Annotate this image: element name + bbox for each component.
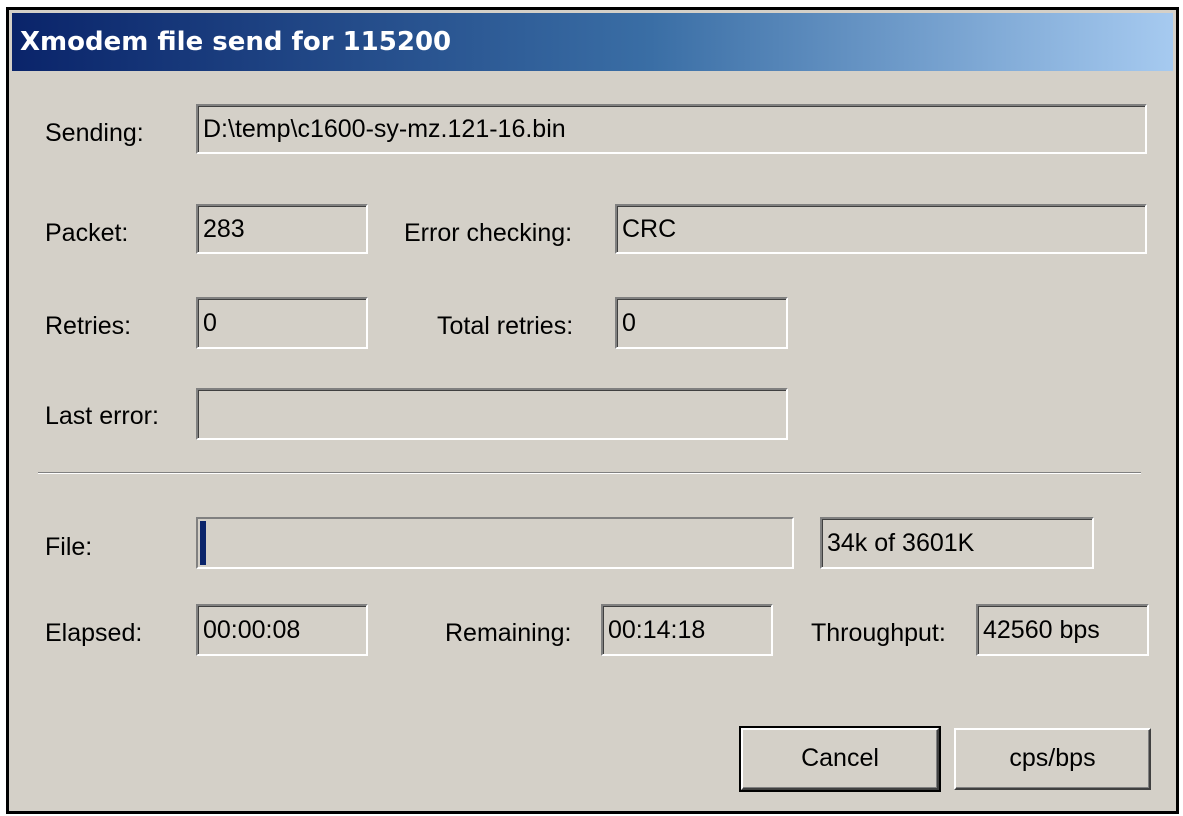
elapsed-value: 00:00:08: [203, 616, 301, 644]
cps-bps-button-label: cps/bps: [1009, 744, 1096, 772]
last-error-field: [196, 388, 788, 440]
throughput-value: 42560 bps: [983, 616, 1100, 644]
remaining-field: 00:14:18: [601, 604, 773, 656]
xmodem-send-dialog: Xmodem file send for 115200 Sending: D:\…: [6, 7, 1179, 814]
packet-label: Packet:: [45, 219, 129, 247]
cps-bps-button[interactable]: cps/bps: [954, 728, 1151, 790]
file-size-value: 34k of 3601K: [827, 529, 975, 557]
error-checking-field: CRC: [615, 204, 1147, 254]
throughput-label: Throughput:: [811, 619, 946, 647]
elapsed-field: 00:00:08: [196, 604, 368, 656]
file-progress-fill: [200, 521, 206, 565]
file-label: File:: [45, 533, 93, 561]
total-retries-value: 0: [622, 309, 636, 337]
retries-label: Retries:: [45, 312, 132, 340]
title-bar[interactable]: Xmodem file send for 115200: [12, 13, 1173, 71]
file-size-field: 34k of 3601K: [820, 517, 1094, 569]
packet-field: 283: [196, 204, 368, 254]
total-retries-field: 0: [615, 297, 788, 349]
cancel-button[interactable]: Cancel: [739, 726, 941, 792]
error-checking-value: CRC: [622, 215, 677, 243]
sending-file-field: D:\temp\c1600-sy-mz.121-16.bin: [196, 104, 1147, 154]
total-retries-label: Total retries:: [437, 312, 574, 340]
remaining-label: Remaining:: [445, 619, 572, 647]
remaining-value: 00:14:18: [608, 616, 706, 644]
cancel-button-label: Cancel: [801, 744, 879, 772]
error-checking-label: Error checking:: [404, 219, 573, 247]
elapsed-label: Elapsed:: [45, 619, 143, 647]
throughput-field: 42560 bps: [976, 604, 1149, 656]
file-progress-bar: [196, 517, 794, 569]
separator-line: [38, 472, 1141, 474]
retries-field: 0: [196, 297, 368, 349]
sending-label: Sending:: [45, 119, 144, 147]
packet-value: 283: [203, 215, 245, 243]
retries-value: 0: [203, 309, 217, 337]
sending-file-value: D:\temp\c1600-sy-mz.121-16.bin: [203, 115, 566, 143]
window-title: Xmodem file send for 115200: [20, 27, 452, 57]
last-error-label: Last error:: [45, 402, 159, 430]
